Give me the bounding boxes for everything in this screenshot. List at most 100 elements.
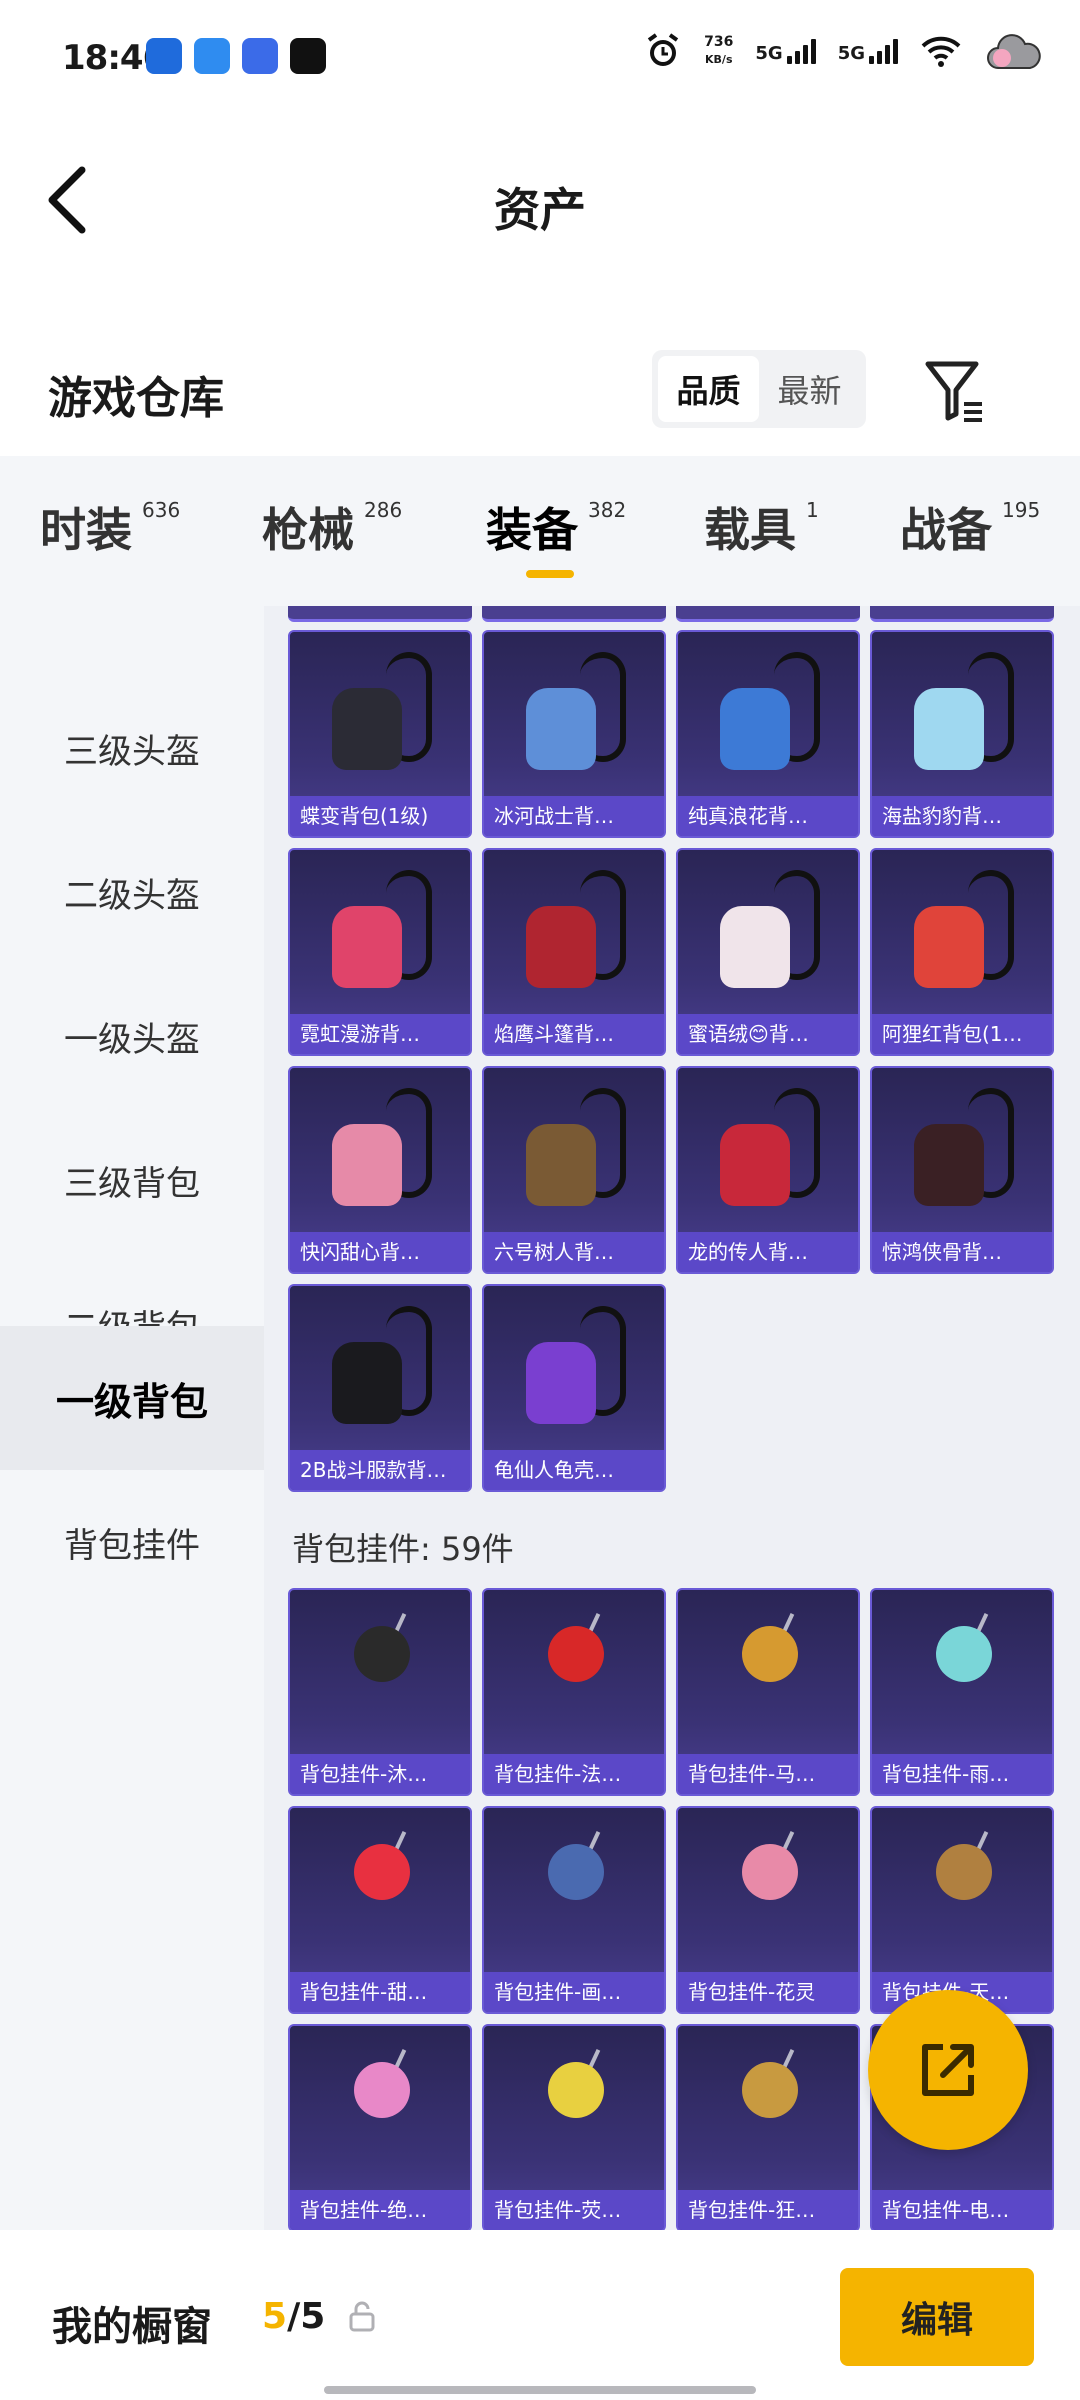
cloud-battery-icon	[987, 34, 1041, 69]
pendant-card[interactable]: 背包挂件-荧…	[482, 2024, 666, 2230]
network-speed: 736 KB/s	[704, 33, 733, 69]
pendant-charm	[936, 1844, 992, 1900]
sidebar-item-helmet-lv2[interactable]: 二级头盔	[0, 820, 264, 964]
lock-icon	[349, 2301, 375, 2332]
card-label: 蜜语绒😊背…	[678, 1014, 858, 1054]
backpack-card[interactable]: 焰鹰斗篷背…	[482, 848, 666, 1056]
sidebar-item-helmet-lv1[interactable]: 一级头盔	[0, 964, 264, 1108]
tab-weapons[interactable]: 枪械 286	[262, 494, 402, 560]
status-bar: 18:46 736 KB/s 5G 5G	[0, 0, 1080, 110]
net-label-1: 5G	[755, 43, 783, 64]
backpack-card[interactable]: 海盐豹豹背…	[870, 630, 1054, 838]
backpack-body	[526, 688, 596, 770]
edit-button[interactable]: 编辑	[840, 2268, 1034, 2366]
card-label: 背包挂件-甜…	[290, 1972, 470, 2012]
backpack-card[interactable]: 快闪甜心背…	[288, 1066, 472, 1274]
pendant-card[interactable]: 背包挂件-天…	[870, 1806, 1054, 2014]
pendant-card[interactable]: 背包挂件-甜…	[288, 1806, 472, 2014]
card-label: 2B战斗服款背…	[290, 1450, 470, 1490]
signal-5g-2: 5G	[838, 38, 898, 64]
share-export-icon	[922, 2044, 974, 2096]
pendant-card[interactable]: 背包挂件-狂…	[676, 2024, 860, 2230]
tab-equipment[interactable]: 装备 382	[486, 494, 626, 560]
sidebar-item-backpack-pendant[interactable]: 背包挂件	[0, 1470, 264, 1614]
tab-combat-gear[interactable]: 战备 195	[900, 494, 1040, 560]
status-app-icons	[146, 38, 326, 74]
sort-quality-button[interactable]: 品质	[658, 356, 759, 422]
showcase-count: 5/5	[262, 2296, 325, 2337]
notification-app-icon	[194, 38, 230, 74]
backpack-card[interactable]: 阿狸红背包(1…	[870, 848, 1054, 1056]
tab-fashion[interactable]: 时装 636	[40, 494, 180, 560]
backpack-card[interactable]: 龟仙人龟壳…	[482, 1284, 666, 1492]
pendant-card[interactable]: 背包挂件-雨…	[870, 1588, 1054, 1796]
sort-toggle: 品质 最新	[652, 350, 866, 428]
backpack-body	[332, 688, 402, 770]
category-tabs: 时装 636 枪械 286 装备 382 载具 1 战备 195	[0, 456, 1080, 606]
card-label: 背包挂件-法…	[484, 1754, 664, 1794]
filter-button[interactable]	[924, 356, 988, 426]
clipped-card[interactable]	[870, 606, 1054, 622]
backpack-body	[332, 1342, 402, 1424]
backpack-body	[332, 906, 402, 988]
backpack-card[interactable]: 霓虹漫游背…	[288, 848, 472, 1056]
pendant-card[interactable]: 背包挂件-马…	[676, 1588, 860, 1796]
app-header: 资产	[0, 140, 1080, 260]
pendant-card[interactable]: 背包挂件-画…	[482, 1806, 666, 2014]
clipped-card[interactable]	[288, 606, 472, 622]
speed-unit: KB/s	[705, 53, 733, 66]
card-label: 阿狸红背包(1…	[872, 1014, 1052, 1054]
clipped-card[interactable]	[676, 606, 860, 622]
backpack-card[interactable]: 惊鸿侠骨背…	[870, 1066, 1054, 1274]
status-indicators: 736 KB/s 5G 5G	[644, 30, 1044, 72]
notification-app-icon	[146, 38, 182, 74]
backpack-card[interactable]: 纯真浪花背…	[676, 630, 860, 838]
home-indicator	[324, 2386, 756, 2394]
tab-count: 382	[588, 498, 627, 522]
pendant-card[interactable]: 背包挂件-花灵	[676, 1806, 860, 2014]
backpack-card[interactable]: 龙的传人背…	[676, 1066, 860, 1274]
tab-label: 战备	[900, 503, 992, 557]
pendant-card[interactable]: 背包挂件-绝…	[288, 2024, 472, 2230]
signal-bars-icon	[869, 38, 898, 64]
backpack-card[interactable]: 蝶变背包(1级)	[288, 630, 472, 838]
card-label: 背包挂件-绝…	[290, 2190, 470, 2230]
tab-count: 1	[806, 498, 819, 522]
pendant-card[interactable]: 背包挂件-沐…	[288, 1588, 472, 1796]
tab-label: 装备	[486, 503, 578, 557]
pendant-charm	[936, 1626, 992, 1682]
pendant-charm	[742, 1626, 798, 1682]
pendant-charm	[548, 1626, 604, 1682]
card-label: 背包挂件-沐…	[290, 1754, 470, 1794]
tab-label: 枪械	[262, 503, 354, 557]
tab-vehicles[interactable]: 载具 1	[704, 494, 819, 560]
pendant-group-title: 背包挂件: 59件	[292, 1530, 514, 1568]
alarm-icon	[647, 33, 679, 66]
backpack-body	[526, 1124, 596, 1206]
card-label: 背包挂件-马…	[678, 1754, 858, 1794]
card-label: 蝶变背包(1级)	[290, 796, 470, 836]
sidebar-item-backpack-lv1[interactable]: 一级背包	[0, 1326, 264, 1470]
sidebar-item-backpack-lv3[interactable]: 三级背包	[0, 1108, 264, 1252]
tab-label: 载具	[704, 503, 796, 557]
card-label: 海盐豹豹背…	[872, 796, 1052, 836]
backpack-card[interactable]: 冰河战士背…	[482, 630, 666, 838]
card-label: 冰河战士背…	[484, 796, 664, 836]
pendant-charm	[354, 2062, 410, 2118]
backpack-card[interactable]: 六号树人背…	[482, 1066, 666, 1274]
signal-5g-1: 5G	[755, 38, 816, 64]
sort-newest-button[interactable]: 最新	[759, 356, 860, 422]
showcase-current: 5	[262, 2296, 288, 2337]
sidebar-item-helmet-lv3[interactable]: 三级头盔	[0, 676, 264, 820]
backpack-body	[720, 688, 790, 770]
clipped-card[interactable]	[482, 606, 666, 622]
content-area: 三级头盔 二级头盔 一级头盔 三级背包 二级背包 一级背包 背包挂件 蝶变背包(…	[0, 606, 1080, 2230]
backpack-body	[526, 1342, 596, 1424]
card-label: 背包挂件-雨…	[872, 1754, 1052, 1794]
pendant-card[interactable]: 背包挂件-法…	[482, 1588, 666, 1796]
share-fab-button[interactable]	[868, 1990, 1028, 2150]
tab-count: 195	[1002, 498, 1041, 522]
backpack-card[interactable]: 蜜语绒😊背…	[676, 848, 860, 1056]
backpack-card[interactable]: 2B战斗服款背…	[288, 1284, 472, 1492]
pendant-charm	[742, 2062, 798, 2118]
